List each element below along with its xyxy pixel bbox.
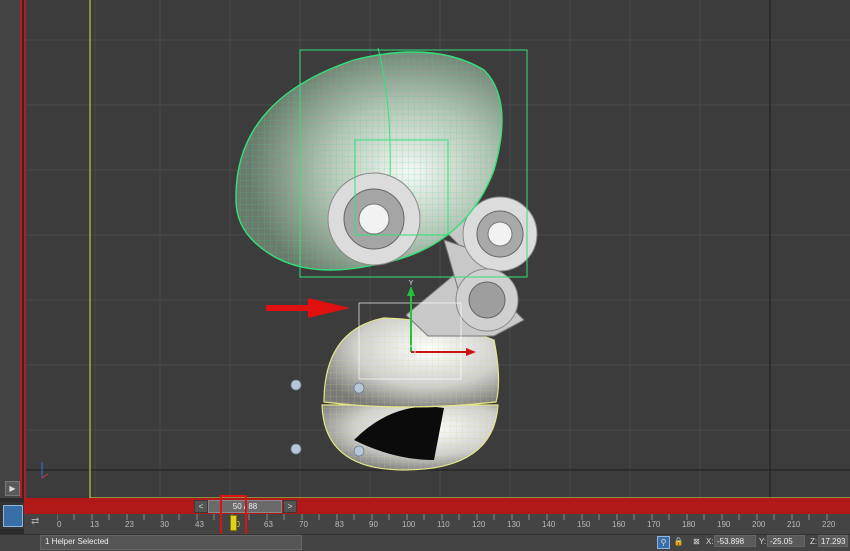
lock-icon[interactable]: 🔒 [673, 536, 684, 547]
y-coord-label: Y: [759, 537, 767, 546]
tick-label: 100 [402, 520, 416, 529]
tick-label: 200 [752, 520, 766, 529]
z-coord-label: Z: [810, 537, 818, 546]
tick-label: 30 [160, 520, 169, 529]
tick-label: 23 [125, 520, 134, 529]
left-panel-strip [0, 0, 22, 498]
tick-label: 43 [195, 520, 204, 529]
tick-label: 130 [507, 520, 521, 529]
tick-label: 120 [472, 520, 486, 529]
tick-label: 160 [612, 520, 626, 529]
tick-label: 13 [90, 520, 99, 529]
tick-label: 170 [647, 520, 661, 529]
time-slider-thumb[interactable]: 50 / 88 [208, 500, 282, 513]
absolute-mode-icon[interactable]: ⊠ [691, 536, 702, 547]
red-arrow-icon [266, 298, 350, 318]
tick-label: 220 [822, 520, 836, 529]
timeline-ticks: 0 13 23 30 43 50 63 70 83 90 100 110 120… [57, 514, 847, 534]
joint-upper-left [327, 172, 421, 266]
gizmo-y-label: Y [409, 280, 414, 287]
tick-label: 210 [787, 520, 801, 529]
tick-label: 63 [264, 520, 273, 529]
x-coord-field[interactable]: -53.898 [714, 535, 756, 547]
tick-label: 150 [577, 520, 591, 529]
time-slider-bar [24, 498, 850, 514]
x-coord-label: X: [706, 537, 714, 546]
z-coord-field[interactable]: 17.293 [818, 535, 848, 547]
tick-label: 190 [717, 520, 731, 529]
y-coord-field[interactable]: -25.05 [767, 535, 805, 547]
tick-label: 83 [335, 520, 344, 529]
expand-icon[interactable]: ▶ [5, 481, 20, 496]
track-icon[interactable]: ⇄ [31, 516, 45, 528]
prev-frame-button[interactable]: < [194, 500, 208, 513]
current-frame-marker [230, 515, 237, 531]
tick-label: 0 [57, 520, 62, 529]
perspective-viewport[interactable]: Y [24, 0, 850, 498]
status-prompt-text: 1 Helper Selected [45, 537, 109, 546]
base-lower-dome [321, 404, 499, 471]
tick-label: 70 [299, 520, 308, 529]
next-frame-button[interactable]: > [283, 500, 297, 513]
joint-lower-right [455, 268, 519, 332]
tick-label: 140 [542, 520, 556, 529]
tick-label: 110 [437, 520, 450, 529]
tick-label: 180 [682, 520, 696, 529]
tick-label: 90 [369, 520, 378, 529]
set-key-icon[interactable] [0, 502, 24, 529]
isolate-icon[interactable]: ⚲ [657, 536, 670, 549]
